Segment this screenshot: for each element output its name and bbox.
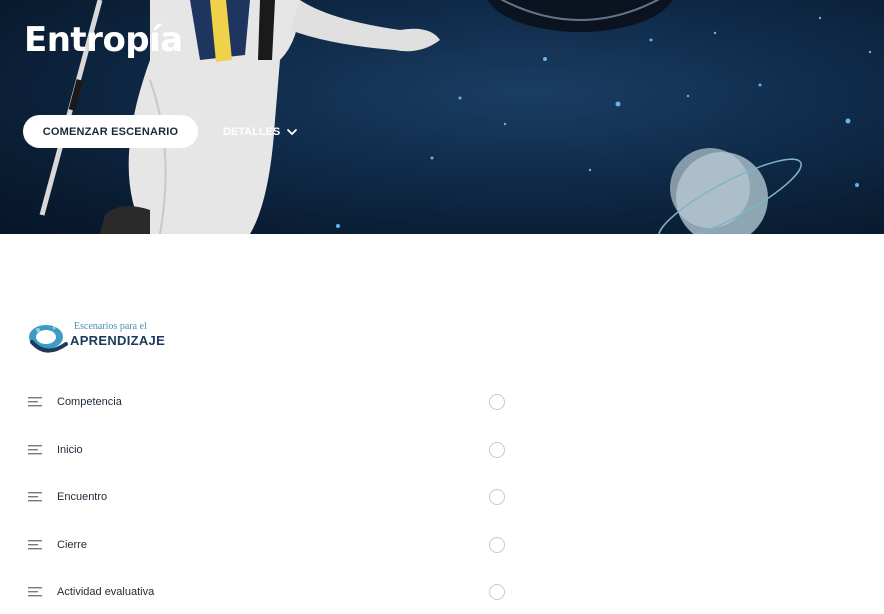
chevron-down-icon <box>287 129 298 136</box>
menu-item-inicio[interactable]: Inicio <box>0 430 520 470</box>
hero-banner: Entropía COMENZAR ESCENARIO DETALLES <box>0 0 884 234</box>
completion-radio[interactable] <box>489 537 505 553</box>
logo-title: APRENDIZAJE <box>70 333 166 348</box>
start-scenario-button[interactable]: COMENZAR ESCENARIO <box>23 115 198 148</box>
completion-radio[interactable] <box>489 584 505 600</box>
menu-item-competencia[interactable]: Competencia <box>0 382 520 422</box>
menu-item-encuentro[interactable]: Encuentro <box>0 477 520 517</box>
menu-item-label: Encuentro <box>57 491 108 503</box>
escenarios-logo: Escenarios para el APRENDIZAJE <box>24 318 166 354</box>
text-lines-icon <box>28 445 42 455</box>
logo-subtitle: Escenarios para el <box>74 321 147 332</box>
text-lines-icon <box>28 540 42 550</box>
details-toggle[interactable]: DETALLES <box>223 122 298 142</box>
menu-item-cierre[interactable]: Cierre <box>0 525 520 565</box>
text-lines-icon <box>28 492 42 502</box>
page-title: Entropía <box>24 20 183 60</box>
text-lines-icon <box>28 587 42 597</box>
menu-item-label: Inicio <box>57 444 83 456</box>
completion-radio[interactable] <box>489 394 505 410</box>
details-label: DETALLES <box>223 126 281 138</box>
text-lines-icon <box>28 397 42 407</box>
menu-item-label: Actividad evaluativa <box>57 586 155 598</box>
menu-item-actividad-evaluativa[interactable]: Actividad evaluativa <box>0 572 520 612</box>
menu-item-label: Cierre <box>57 539 87 551</box>
completion-radio[interactable] <box>489 489 505 505</box>
menu-item-label: Competencia <box>57 396 122 408</box>
completion-radio[interactable] <box>489 442 505 458</box>
logo-mark-icon <box>29 325 68 353</box>
